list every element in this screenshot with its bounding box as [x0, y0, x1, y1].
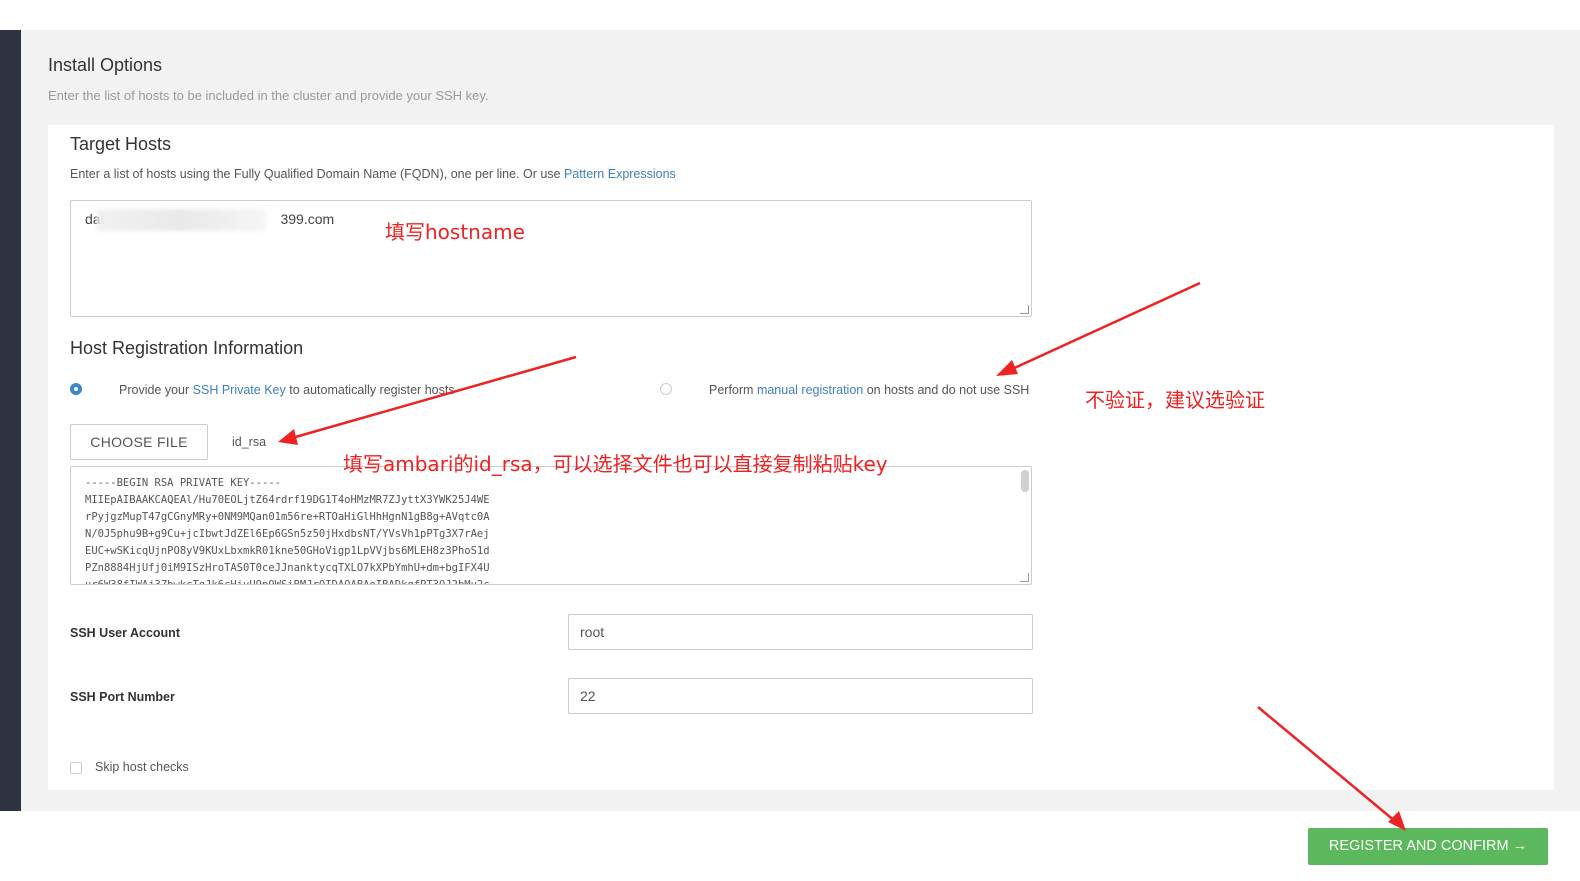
target-hosts-heading: Target Hosts — [70, 134, 172, 154]
key-line: MIIEpAIBAAKCAQEAl/Hu70EOLjtZ64rdrf19DG1T… — [85, 494, 490, 506]
ssh-option-prefix: Provide your — [119, 383, 193, 397]
annotation-id-rsa: 填写ambari的id_rsa，可以选择文件也可以直接复制粘贴key — [343, 452, 888, 476]
ssh-key-radio[interactable] — [70, 383, 82, 395]
manual-registration-radio[interactable] — [660, 383, 672, 395]
key-textarea-scrollbar[interactable] — [1021, 470, 1029, 492]
host-registration-heading: Host Registration Information — [70, 338, 304, 358]
skip-host-checks-label[interactable]: Skip host checks — [95, 760, 189, 774]
manual-registration-link[interactable]: manual registration — [757, 383, 863, 397]
annotation-hostname: 填写hostname — [385, 220, 525, 244]
target-hosts-textarea[interactable]: dat 399.com — [70, 200, 1032, 317]
manual-option-prefix: Perform — [709, 383, 757, 397]
ssh-user-label: SSH User Account — [70, 626, 180, 640]
key-line: PZn8884HjUfj0iM9ISzHroTAS0T0ceJJnanktycq… — [85, 562, 490, 574]
page-title: Install Options — [48, 55, 163, 75]
key-line: EUC+wSKicqUjnPO8yV9KUxLbxmkR01kne50GHoVi… — [85, 545, 490, 557]
ssh-option-suffix: to automatically register hosts — [285, 383, 455, 397]
ssh-user-input[interactable] — [568, 614, 1033, 650]
pattern-expressions-link[interactable]: Pattern Expressions — [564, 167, 676, 181]
redacted-hostname-blur — [97, 209, 267, 231]
hostname-end: 399.com — [280, 211, 335, 227]
textarea-resize-handle[interactable] — [1020, 305, 1029, 314]
choose-file-button[interactable]: CHOOSE FILE — [70, 424, 208, 460]
ssh-port-input[interactable] — [568, 678, 1033, 714]
key-textarea-resize-handle[interactable] — [1020, 573, 1029, 582]
key-line: N/0J5phu9B+g9Cu+jcIbwtJdZEl6Ep6GSn5z50jH… — [85, 528, 490, 540]
manual-option-suffix: on hosts and do not use SSH — [863, 383, 1030, 397]
target-hosts-help-text: Enter a list of hosts using the Fully Qu… — [70, 167, 564, 181]
ssh-key-content: -----BEGIN RSA PRIVATE KEY----- MIIEpAIBA… — [85, 475, 490, 585]
ssh-private-key-textarea[interactable]: -----BEGIN RSA PRIVATE KEY----- MIIEpAIBA… — [70, 466, 1032, 585]
register-and-confirm-button[interactable]: REGISTER AND CONFIRM → — [1308, 828, 1548, 865]
annotation-no-verify: 不验证，建议选验证 — [1085, 388, 1265, 412]
skip-host-checks-checkbox[interactable] — [70, 762, 82, 774]
target-hosts-help: Enter a list of hosts using the Fully Qu… — [70, 167, 676, 181]
page-subtitle: Enter the list of hosts to be included i… — [48, 88, 489, 103]
ssh-private-key-link[interactable]: SSH Private Key — [193, 383, 286, 397]
key-line: ur6W38fIWAj3ZbwkcTqJk6cHivU9p9WSiBMJrOID… — [85, 579, 490, 585]
left-sidebar-strip — [0, 30, 21, 811]
key-line: rPyjgzMupT47gCGnyMRy+0NM9MQan01m56re+RTO… — [85, 511, 490, 523]
selected-file-name: id_rsa — [232, 435, 267, 449]
ssh-key-option-label[interactable]: Provide your SSH Private Key to automati… — [119, 383, 455, 397]
key-line: -----BEGIN RSA PRIVATE KEY----- — [85, 477, 281, 489]
manual-registration-option-label[interactable]: Perform manual registration on hosts and… — [709, 383, 1029, 397]
ssh-port-label: SSH Port Number — [70, 690, 175, 704]
